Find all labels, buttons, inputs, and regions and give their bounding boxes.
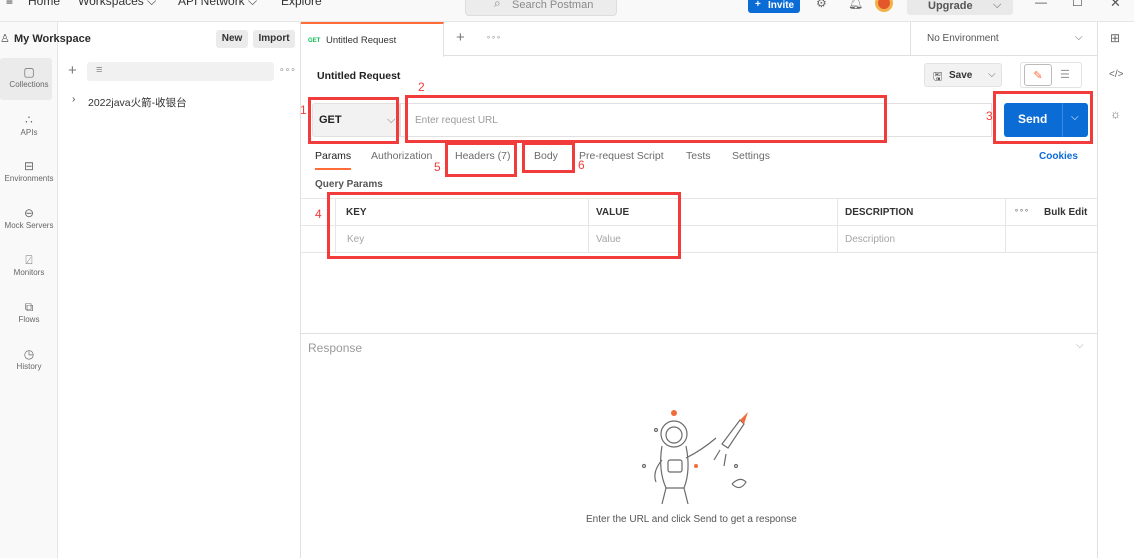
monitors-icon: ⍁ [25,253,33,267]
chevron-down-icon: ⌵ [1075,32,1083,43]
annotation-box-3 [993,91,1093,144]
history-icon: ◷ [23,347,35,361]
rail-item-mock-servers[interactable]: ⊖ Mock Servers [0,205,58,230]
column-description: DESCRIPTION [845,207,914,218]
active-tab-underline [315,168,351,170]
tab-settings[interactable]: Settings [732,150,770,162]
rail-item-environments[interactable]: ⊟ Environments [0,158,58,183]
chevron-down-icon[interactable]: ⌵ [1076,340,1084,351]
user-icon: ♙ [0,33,10,45]
annotation-label-3: 3 [986,109,993,123]
chevron-down-icon: ⌵ [993,0,1002,11]
import-button[interactable]: Import [253,30,295,48]
new-tab-icon[interactable]: + [456,29,465,46]
lightbulb-icon[interactable]: ☼ [1110,107,1121,121]
search-bar[interactable]: ⌕ Search Postman [465,0,617,16]
add-icon[interactable]: + [68,62,77,79]
right-rail [1097,22,1134,558]
left-rail [0,22,58,558]
chevron-down-icon: ⌵ [147,0,157,8]
query-params-label: Query Params [315,179,383,190]
settings-icon[interactable]: ⚙ [816,0,827,10]
code-icon[interactable]: </> [1109,69,1123,80]
annotation-box-2 [405,95,887,143]
annotation-box-5 [445,142,517,177]
mock-servers-icon: ⊖ [23,206,35,220]
astronaut-illustration [641,410,748,505]
tab-untitled-request[interactable]: GET Untitled Request [301,22,444,57]
invite-button[interactable]: + Invite [748,0,800,13]
environment-selector[interactable]: No Environment ⌵ [910,22,1097,56]
new-button[interactable]: New [216,30,248,48]
nav-home[interactable]: Home [28,0,60,8]
tab-params[interactable]: Params [315,150,351,162]
more-icon[interactable]: ∘∘∘ [1014,206,1029,215]
collection-item[interactable]: 2022java火箭-收银台 [88,95,187,110]
tab-pre-request-script[interactable]: Pre-request Script [579,150,664,162]
maximize-icon[interactable]: ☐ [1072,0,1083,9]
close-icon[interactable]: ✕ [1110,0,1121,11]
nav-api-network[interactable]: API Network ⌵ [178,0,257,9]
column-divider [837,198,838,253]
more-icon[interactable]: ∘∘∘ [486,33,501,42]
chevron-right-icon[interactable]: › [72,94,75,105]
save-button[interactable]: 🖫 Save ⌵ [924,63,1002,87]
rail-item-collections[interactable]: ▢ Collections [0,64,58,89]
notifications-icon[interactable]: 🔔︎ [848,0,863,10]
tab-title: Untitled Request [326,35,397,46]
tab-authorization[interactable]: Authorization [371,150,432,162]
description-input[interactable]: Description [845,234,895,245]
docs-icon[interactable]: ☰ [1060,68,1070,81]
environments-icon: ⊟ [23,159,35,173]
chevron-down-icon: ⌵ [988,69,996,80]
upgrade-button[interactable]: Upgrade ⌵ [907,0,1013,15]
menu-icon[interactable]: ≡ [6,0,13,8]
nav-explore[interactable]: Explore [281,0,322,8]
rail-item-monitors[interactable]: ⍁ Monitors [0,252,58,277]
column-divider [1005,198,1006,253]
workspace-title[interactable]: My Workspace [14,33,91,45]
rail-item-history[interactable]: ◷ History [0,346,58,371]
annotation-label-1: 1 [300,103,307,117]
filter-input[interactable]: ≡ [87,62,274,81]
annotation-label-4: 4 [315,207,322,221]
nav-workspaces[interactable]: Workspaces ⌵ [78,0,156,9]
annotation-box-1 [308,97,399,144]
annotation-label-5: 5 [434,160,441,174]
env-quick-look-icon[interactable]: ⊞ [1110,31,1120,45]
more-icon[interactable]: ∘∘∘ [279,64,296,75]
add-user-icon: + [755,0,761,10]
chevron-down-icon: ⌵ [248,0,258,8]
collections-icon: ▢ [23,65,35,79]
request-title[interactable]: Untitled Request [317,70,400,82]
minimize-icon[interactable]: — [1035,0,1047,9]
response-title[interactable]: Response [308,341,362,355]
bulk-edit-button[interactable]: Bulk Edit [1044,207,1087,218]
rail-item-flows[interactable]: ⧉ Flows [0,299,58,324]
edit-icon[interactable]: ✎ [1024,64,1052,86]
cookies-link[interactable]: Cookies [1039,151,1078,162]
tab-method: GET [308,38,321,44]
filter-icon: ≡ [96,64,103,76]
apis-icon: ∴ [25,113,33,127]
search-icon: ⌕ [494,0,501,10]
empty-response-message: Enter the URL and click Send to get a re… [586,514,797,525]
annotation-label-2: 2 [418,80,425,94]
annotation-label-6: 6 [578,158,585,172]
save-icon: 🖫 [933,71,943,83]
tab-tests[interactable]: Tests [686,150,711,162]
flows-icon: ⧉ [24,300,34,314]
rail-item-apis[interactable]: ∴ APIs [0,112,58,137]
annotation-box-4 [327,192,681,259]
annotation-box-6 [522,142,575,173]
